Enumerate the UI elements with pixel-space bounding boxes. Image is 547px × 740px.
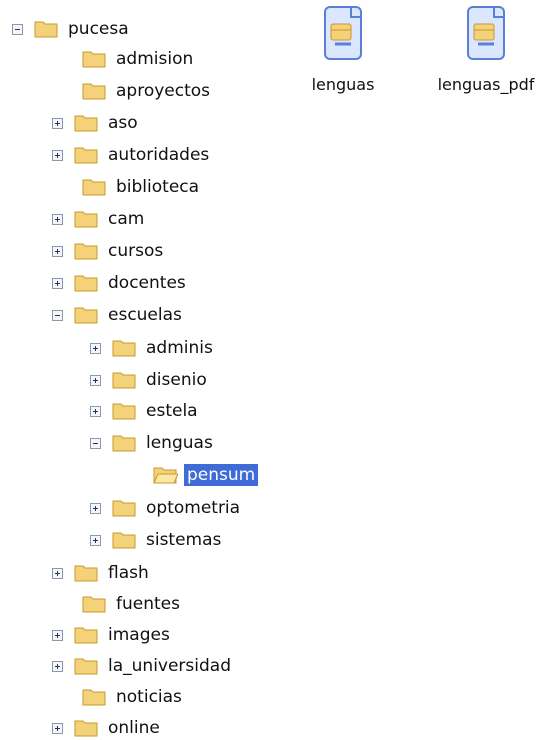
tree-row-aso[interactable]: aso (52, 111, 141, 135)
tree-row-label: cam (108, 209, 145, 229)
expand-toggle-icon[interactable] (52, 149, 63, 161)
tree-row-cursos[interactable]: cursos (52, 239, 166, 263)
folder-icon (82, 596, 106, 613)
tree-row-docentes[interactable]: docentes (52, 271, 189, 295)
tree-row-label: online (108, 718, 160, 738)
tree-row-pensum[interactable]: pensum (152, 463, 259, 487)
folder-tree: pucesa admision aproyectos aso autoridad… (0, 0, 300, 740)
folder-icon (74, 720, 98, 737)
tree-row-lenguas[interactable]: lenguas (90, 431, 216, 455)
folder-icon (112, 532, 136, 549)
folder-icon (74, 115, 98, 132)
tree-row-label: adminis (146, 338, 213, 358)
collapse-toggle-icon[interactable] (12, 23, 23, 35)
tree-row-label: pensum (184, 464, 259, 486)
folder-icon (74, 147, 98, 164)
tree-row-label: images (108, 625, 170, 645)
tree-row-disenio[interactable]: disenio (90, 368, 210, 392)
tree-row-autoridades[interactable]: autoridades (52, 143, 212, 167)
tree-row-fuentes[interactable]: fuentes (60, 592, 183, 616)
tree-row-estela[interactable]: estela (90, 399, 201, 423)
tree-row-label: la_universidad (108, 656, 232, 676)
folder-icon (74, 243, 98, 260)
tree-row-noticias[interactable]: noticias (60, 685, 185, 709)
tree-row-label: biblioteca (116, 177, 200, 197)
tree-row-label: escuelas (108, 305, 182, 325)
expand-toggle-icon[interactable] (90, 374, 101, 386)
tree-row-images[interactable]: images (52, 623, 173, 647)
expand-toggle-icon[interactable] (52, 213, 63, 225)
collapse-toggle-icon[interactable] (52, 309, 63, 321)
tree-row-label: aproyectos (116, 81, 211, 101)
folder-icon (112, 403, 136, 420)
folder-icon (74, 211, 98, 228)
tree-row-aproyectos[interactable]: aproyectos (60, 79, 213, 103)
expand-toggle-icon[interactable] (52, 660, 63, 672)
tree-row-label: noticias (116, 687, 182, 707)
tree-row-label: admision (116, 49, 194, 69)
tree-row-online[interactable]: online (52, 716, 163, 740)
tree-row-flash[interactable]: flash (52, 561, 152, 585)
tree-row-adminis[interactable]: adminis (90, 336, 216, 360)
folder-icon (74, 565, 98, 582)
expand-toggle-icon[interactable] (52, 567, 63, 579)
tree-row-label: lenguas (146, 433, 213, 453)
expand-toggle-icon[interactable] (52, 117, 63, 129)
folder-icon (74, 307, 98, 324)
file-name: lenguas (311, 75, 375, 94)
tree-row-escuelas[interactable]: escuelas (52, 303, 185, 327)
expand-toggle-icon[interactable] (90, 502, 101, 514)
tree-row-label: cursos (108, 241, 164, 261)
expand-toggle-icon[interactable] (90, 405, 101, 417)
folder-icon (82, 689, 106, 706)
tree-row-la-universidad[interactable]: la_universidad (52, 654, 234, 678)
tree-row-label: aso (108, 113, 138, 133)
tree-row-label: sistemas (146, 530, 222, 550)
tree-row-label: autoridades (108, 145, 210, 165)
tree-row-pucesa[interactable]: pucesa (12, 17, 132, 41)
folder-icon (34, 21, 58, 38)
folder-icon (74, 658, 98, 675)
tree-row-biblioteca[interactable]: biblioteca (60, 175, 202, 199)
tree-row-optometria[interactable]: optometria (90, 496, 243, 520)
tree-row-label: disenio (146, 370, 207, 390)
tree-row-label: pucesa (68, 19, 129, 39)
file-lenguas-pdf[interactable]: lenguas_pdf (430, 6, 542, 94)
folder-icon (112, 340, 136, 357)
expand-toggle-icon[interactable] (52, 629, 63, 641)
document-icon (467, 6, 505, 60)
folder-icon (112, 435, 136, 452)
tree-row-admision[interactable]: admision (60, 47, 196, 71)
expand-toggle-icon[interactable] (52, 277, 63, 289)
folder-icon (74, 275, 98, 292)
expand-toggle-icon[interactable] (90, 534, 101, 546)
open-folder-icon (153, 467, 178, 484)
folder-icon (112, 372, 136, 389)
collapse-toggle-icon[interactable] (90, 437, 101, 449)
folder-icon (112, 500, 136, 517)
expand-toggle-icon[interactable] (52, 245, 63, 257)
tree-row-cam[interactable]: cam (52, 207, 147, 231)
expand-toggle-icon[interactable] (90, 342, 101, 354)
folder-icon (82, 179, 106, 196)
file-name: lenguas_pdf (437, 75, 535, 94)
tree-row-label: flash (108, 563, 149, 583)
tree-row-label: estela (146, 401, 198, 421)
folder-icon (74, 627, 98, 644)
folder-icon (82, 51, 106, 68)
file-lenguas[interactable]: lenguas (300, 6, 386, 94)
folder-icon (82, 83, 106, 100)
tree-row-label: optometria (146, 498, 241, 518)
document-icon (324, 6, 362, 60)
tree-row-label: docentes (108, 273, 186, 293)
tree-row-label: fuentes (116, 594, 180, 614)
tree-row-sistemas[interactable]: sistemas (90, 528, 224, 552)
expand-toggle-icon[interactable] (52, 722, 63, 734)
